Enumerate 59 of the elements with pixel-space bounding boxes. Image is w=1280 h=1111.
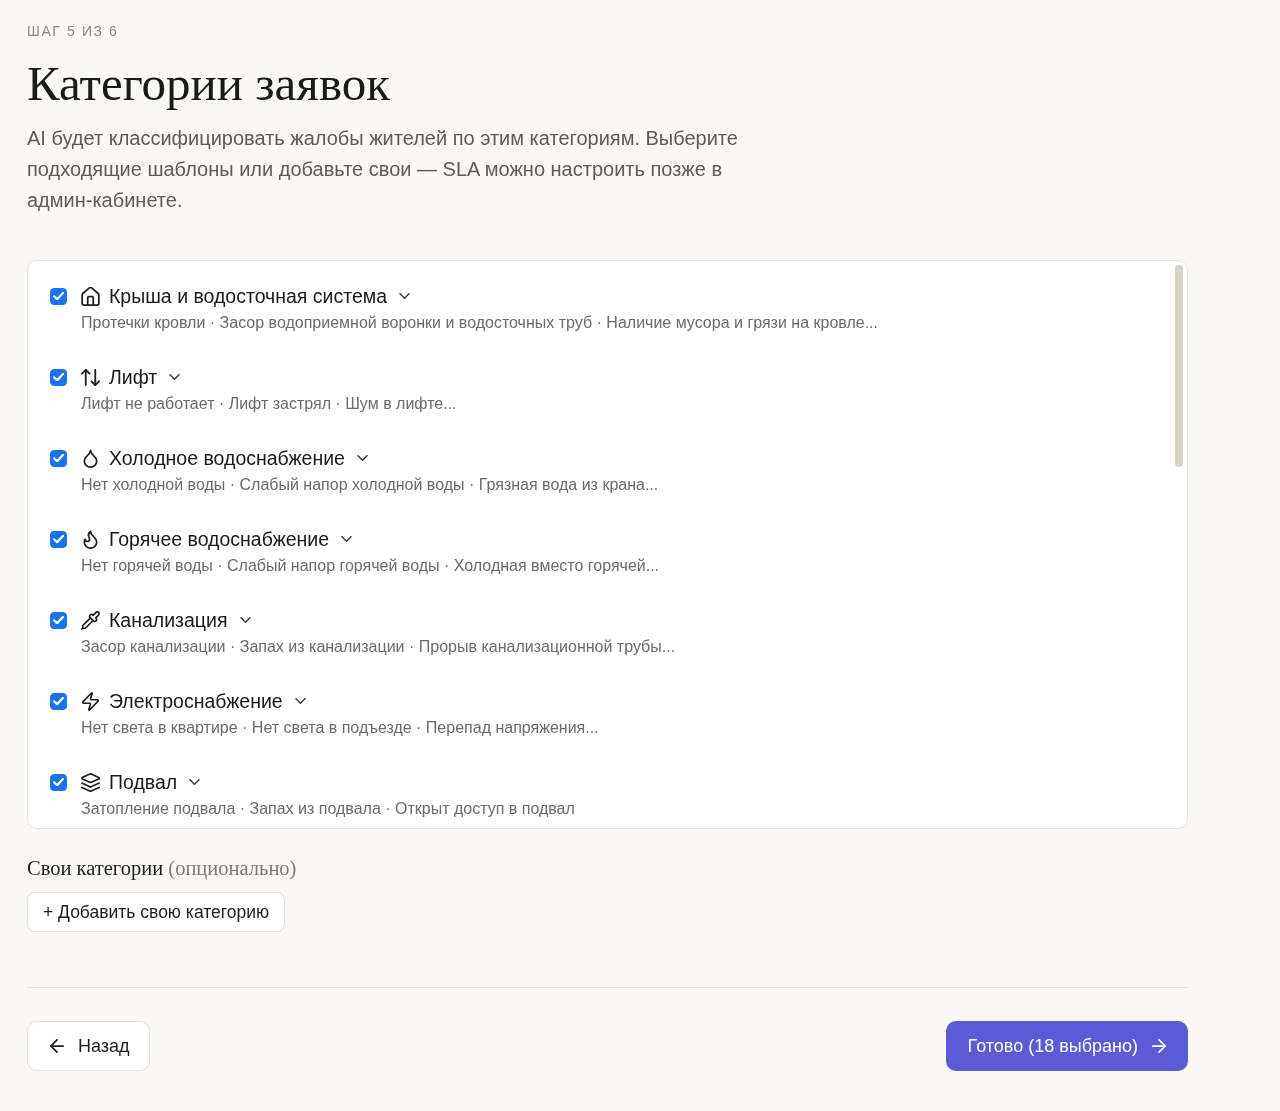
checkbox[interactable] bbox=[50, 611, 67, 629]
category-title: Канализация bbox=[109, 608, 228, 632]
up-down-arrows-icon bbox=[81, 367, 100, 387]
checkbox[interactable] bbox=[50, 773, 67, 791]
chevron-down-icon bbox=[356, 455, 368, 461]
category-title: Лифт bbox=[109, 365, 158, 389]
checkmark-icon bbox=[53, 291, 64, 301]
chevron-down-icon bbox=[189, 779, 201, 785]
checkbox[interactable] bbox=[50, 368, 67, 386]
section-label: Свои категории bbox=[27, 857, 164, 879]
add-category-button[interactable]: + Добавить свою категорию bbox=[27, 892, 286, 932]
pipette-icon bbox=[81, 610, 100, 630]
optional-hint: (опционально) bbox=[168, 857, 297, 879]
checkbox[interactable] bbox=[50, 692, 67, 710]
category-examples: Нет света в квартире · Нет света в подъезде · Перепад напряжения... bbox=[81, 718, 600, 738]
checkmark-icon bbox=[53, 534, 64, 544]
checkbox[interactable] bbox=[50, 287, 67, 305]
layers-icon bbox=[81, 772, 100, 792]
category-examples: Нет холодной воды · Слабый напор холодной воды · Грязная вода из крана... bbox=[81, 475, 660, 495]
chevron-down-icon bbox=[169, 374, 181, 380]
flame-icon bbox=[81, 529, 100, 549]
category-title: Горячее водоснабжение bbox=[109, 527, 330, 551]
chevron-down-icon bbox=[294, 698, 306, 704]
expand-button[interactable] bbox=[399, 293, 411, 299]
checkbox[interactable] bbox=[50, 530, 67, 548]
expand-button[interactable] bbox=[189, 779, 201, 785]
chevron-down-icon bbox=[341, 536, 353, 542]
expand-button[interactable] bbox=[169, 374, 181, 380]
chevron-down-icon bbox=[399, 293, 411, 299]
checkbox[interactable] bbox=[50, 449, 67, 467]
step-indicator: ШАГ 5 ИЗ 6 bbox=[27, 22, 120, 40]
expand-button[interactable] bbox=[294, 698, 306, 704]
chevron-down-icon bbox=[239, 617, 251, 623]
done-button[interactable]: Готово (18 выбрано) bbox=[945, 1021, 1188, 1071]
lightning-icon bbox=[81, 691, 100, 711]
category-title: Холодное водоснабжение bbox=[109, 446, 345, 470]
arrow-right-icon bbox=[1152, 1039, 1166, 1053]
expand-button[interactable] bbox=[356, 455, 368, 461]
checkmark-icon bbox=[53, 777, 64, 787]
house-icon bbox=[81, 286, 100, 306]
page-description: AI будет классифицировать жалобы жителей по этим категориям. Выберите подходящие шаблоны или добавьте свои — SLA можно настроить позже в админ-кабинете. bbox=[27, 126, 739, 213]
category-title: Крыша и водосточная система bbox=[109, 284, 388, 308]
category-examples: Затопление подвала · Запах из подвала · Открыт доступ в подвал bbox=[81, 799, 576, 819]
checkmark-icon bbox=[53, 453, 64, 463]
expand-button[interactable] bbox=[239, 617, 251, 623]
droplet-icon bbox=[81, 448, 100, 468]
checkmark-icon bbox=[53, 615, 64, 625]
category-examples: Протечки кровли · Засор водоприемной воронки и водосточных труб · Наличие мусора и грязи на кровле... bbox=[81, 313, 879, 333]
scrollbar-thumb[interactable] bbox=[1175, 265, 1183, 467]
back-button[interactable]: Назад bbox=[27, 1021, 150, 1071]
checkmark-icon bbox=[53, 372, 64, 382]
page-title: Категории заявок bbox=[27, 56, 391, 112]
checkmark-icon bbox=[53, 696, 64, 706]
category-examples: Засор канализации · Запах из канализации · Прорыв канализационной трубы... bbox=[81, 637, 677, 657]
category-examples: Лифт не работает · Лифт застрял · Шум в лифте... bbox=[81, 394, 458, 414]
category-title: Электроснабжение bbox=[109, 689, 283, 713]
category-title: Подвал bbox=[109, 770, 178, 794]
category-examples: Нет горячей воды · Слабый напор горячей воды · Холодная вместо горячей... bbox=[81, 556, 661, 576]
expand-button[interactable] bbox=[341, 536, 353, 542]
